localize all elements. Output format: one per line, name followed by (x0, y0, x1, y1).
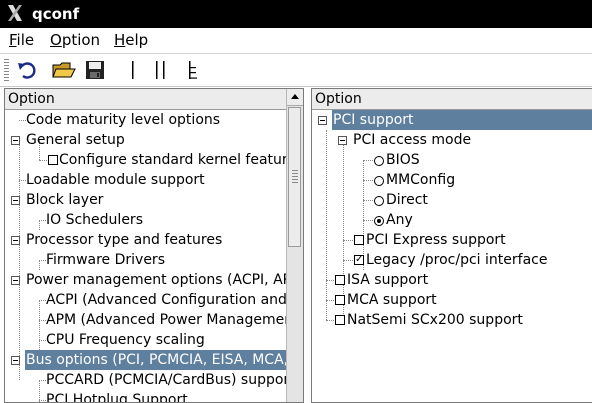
menu-tree-pane[interactable]: Option Code maturity level options Gener… (4, 88, 304, 403)
config-item-selected[interactable]: PCI support (312, 110, 592, 130)
save-button[interactable] (82, 58, 108, 82)
x-logo-icon (6, 4, 24, 26)
tree-item[interactable]: APM (Advanced Power Management) (5, 310, 303, 330)
config-list-pane[interactable]: Option PCI support PCI access mode BIOS … (311, 88, 592, 403)
tree-item[interactable]: PCCARD (PCMCIA/CardBus) support (5, 370, 295, 390)
scroll-thumb[interactable] (288, 107, 301, 247)
menu-option[interactable]: Option (50, 31, 100, 49)
config-item[interactable]: PCI Express support (312, 230, 592, 250)
toolbar-grip[interactable] (4, 59, 9, 81)
title-bar: qconf (0, 0, 592, 28)
collapse-icon[interactable] (11, 196, 20, 205)
checkbox-checked[interactable] (354, 250, 364, 270)
collapse-icon[interactable] (318, 116, 327, 125)
split-view-icon (155, 60, 167, 80)
tree-item[interactable]: Loadable module support (5, 170, 287, 190)
menu-help[interactable]: Help (114, 31, 148, 49)
collapse-icon[interactable] (338, 136, 347, 145)
config-item[interactable]: Legacy /proc/pci interface (312, 250, 592, 270)
radio-button-selected[interactable] (374, 216, 384, 226)
save-disk-icon (85, 60, 105, 80)
scroll-up-arrow[interactable] (287, 89, 303, 106)
window-title: qconf (32, 5, 80, 23)
tree-item-selected[interactable]: Bus options (PCI, PCMCIA, EISA, MCA, ISA… (5, 350, 303, 370)
split-view-button[interactable] (148, 58, 174, 82)
tree-item[interactable]: Processor type and features (5, 230, 287, 250)
config-item[interactable]: MCA support (312, 290, 592, 310)
tree-item[interactable]: CPU Frequency scaling (5, 330, 287, 350)
config-item[interactable]: Direct (312, 190, 592, 210)
single-view-icon (130, 60, 136, 80)
tree-item[interactable]: ACPI (Advanced Configuration and Power I… (5, 290, 303, 310)
toolbar (0, 54, 592, 87)
config-item[interactable]: BIOS (312, 150, 592, 170)
radio-button[interactable] (374, 196, 384, 206)
tree-item[interactable]: Block layer (5, 190, 287, 210)
single-view-button[interactable] (120, 58, 146, 82)
menu-tree-header[interactable]: Option (5, 89, 303, 110)
checkbox[interactable] (335, 275, 345, 285)
checkbox[interactable] (335, 315, 345, 325)
back-button[interactable] (14, 58, 40, 82)
back-icon (16, 60, 38, 80)
menu-bar: File Option Help (0, 28, 592, 54)
collapse-icon[interactable] (11, 276, 20, 285)
config-item[interactable]: ISA support (312, 270, 592, 290)
tree-item[interactable]: PCI Hotplug Support (5, 390, 287, 402)
checkbox[interactable] (48, 155, 58, 165)
tree-item[interactable]: Firmware Drivers (5, 250, 287, 270)
tree-item[interactable]: Configure standard kernel features (5, 150, 303, 170)
full-view-icon (187, 60, 199, 80)
open-button[interactable] (51, 58, 77, 82)
vertical-scrollbar[interactable] (286, 89, 303, 402)
radio-button[interactable] (374, 156, 384, 166)
checkbox[interactable] (335, 295, 345, 305)
config-list-header[interactable]: Option (312, 89, 592, 110)
tree-item[interactable]: Power management options (ACPI, APM) (5, 270, 303, 290)
config-item[interactable]: NatSemi SCx200 support (312, 310, 592, 330)
tree-item[interactable]: IO Schedulers (5, 210, 287, 230)
tree-item[interactable]: General setup (5, 130, 287, 150)
tree-item[interactable]: Code maturity level options (5, 110, 287, 130)
collapse-icon[interactable] (11, 136, 20, 145)
config-item[interactable]: PCI access mode (312, 130, 592, 150)
config-item[interactable]: Any (312, 210, 592, 230)
collapse-icon[interactable] (11, 356, 20, 365)
radio-button[interactable] (374, 176, 384, 186)
checkbox[interactable] (354, 235, 364, 245)
full-view-button[interactable] (180, 58, 206, 82)
menu-file[interactable]: File (9, 31, 34, 49)
open-folder-icon (52, 60, 76, 80)
collapse-icon[interactable] (11, 236, 20, 245)
config-item[interactable]: MMConfig (312, 170, 592, 190)
